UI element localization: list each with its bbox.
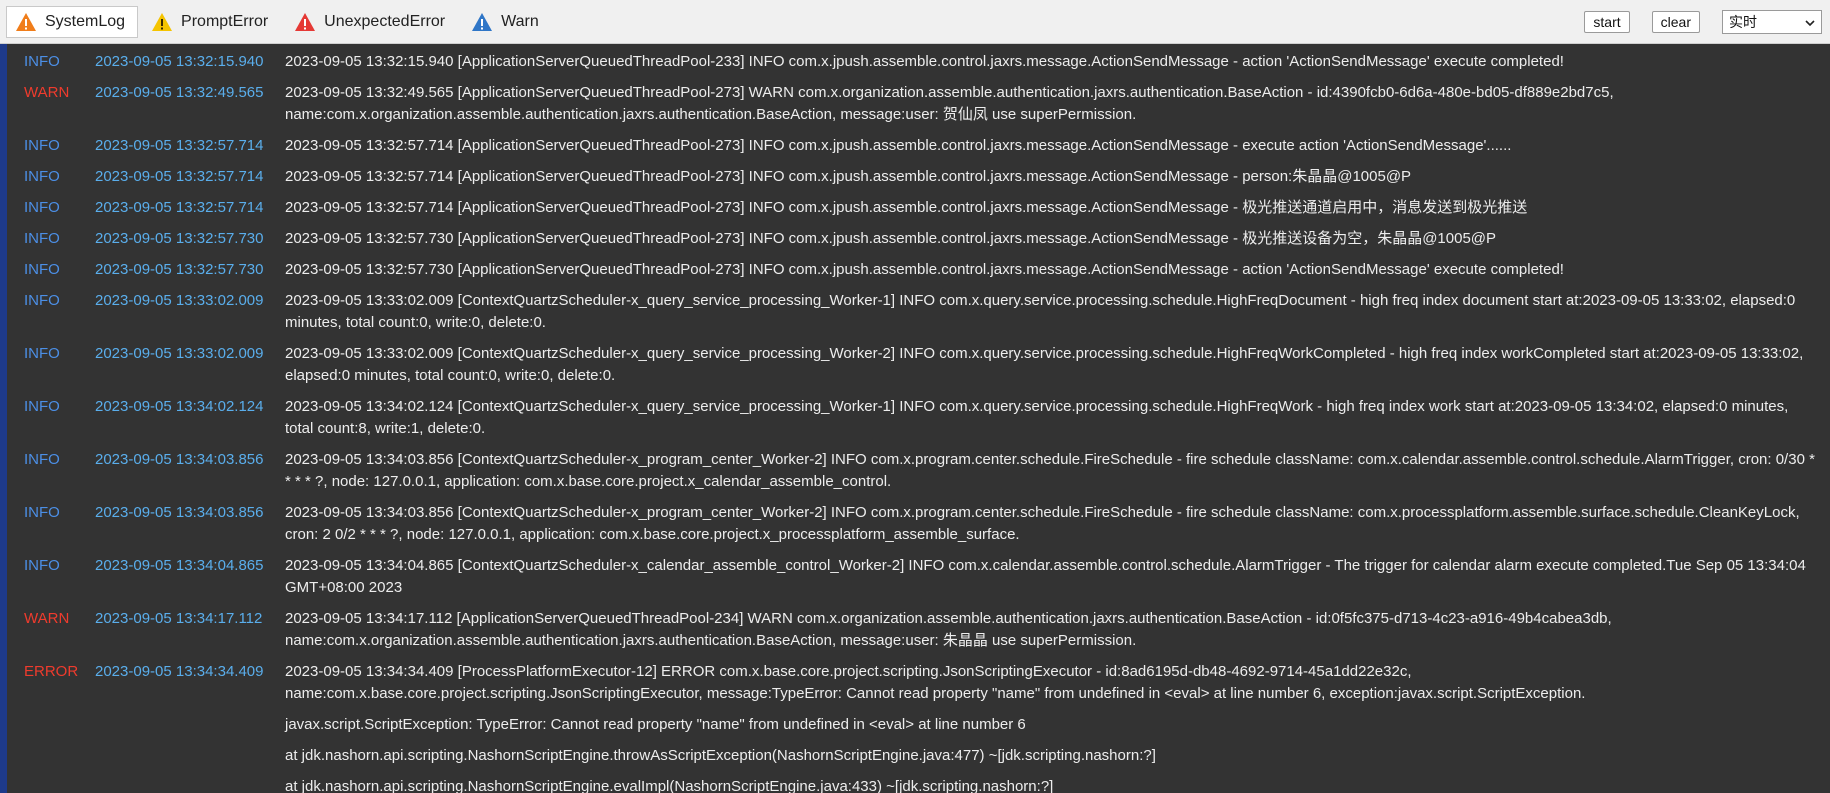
log-level: ERROR bbox=[24, 663, 79, 680]
mode-select[interactable]: 实时 bbox=[1722, 10, 1822, 34]
log-row: INFO 2023-09-05 13:32:57.730 2023-09-05 13… bbox=[0, 228, 1830, 259]
log-message: javax.script.ScriptException: TypeError:… bbox=[285, 716, 1026, 733]
log-timestamp: 2023-09-05 13:34:04.865 bbox=[95, 557, 264, 574]
log-message: 2023-09-05 13:34:03.856 [ContextQuartzSc… bbox=[285, 504, 1800, 543]
log-row: at jdk.nashorn.api.scripting.NashornScri… bbox=[0, 776, 1830, 793]
log-message: 2023-09-05 13:32:57.730 [ApplicationServ… bbox=[285, 230, 1497, 247]
log-level: INFO bbox=[24, 230, 60, 247]
log-level: INFO bbox=[24, 261, 60, 278]
log-level: WARN bbox=[24, 84, 70, 101]
mode-select-value: 实时 bbox=[1729, 14, 1757, 30]
log-row: INFO 2023-09-05 13:32:57.714 2023-09-05 13… bbox=[0, 197, 1830, 228]
log-message: at jdk.nashorn.api.scripting.NashornScri… bbox=[285, 747, 1156, 764]
log-timestamp: 2023-09-05 13:33:02.009 bbox=[95, 345, 264, 362]
tab-label: SystemLog bbox=[45, 13, 126, 30]
log-row: INFO 2023-09-05 13:32:15.940 2023-09-05 13… bbox=[0, 51, 1830, 82]
log-row: INFO 2023-09-05 13:32:57.730 2023-09-05 13… bbox=[0, 259, 1830, 290]
log-controls: start clear 实时 bbox=[1584, 10, 1822, 34]
log-timestamp: 2023-09-05 13:32:57.730 bbox=[95, 230, 264, 247]
tab-warn[interactable]: Warn bbox=[462, 6, 552, 38]
log-row: INFO 2023-09-05 13:34:03.856 2023-09-05 13… bbox=[0, 502, 1830, 555]
chevron-down-icon bbox=[1804, 16, 1816, 28]
log-timestamp: 2023-09-05 13:32:57.714 bbox=[95, 199, 264, 216]
log-timestamp: 2023-09-05 13:34:17.112 bbox=[95, 610, 263, 627]
warning-red-icon bbox=[294, 12, 316, 32]
log-timestamp: 2023-09-05 13:34:03.856 bbox=[95, 504, 264, 521]
warning-orange-icon bbox=[15, 12, 37, 32]
clear-button[interactable]: clear bbox=[1651, 11, 1700, 33]
log-timestamp: 2023-09-05 13:33:02.009 bbox=[95, 292, 264, 309]
log-message: 2023-09-05 13:32:57.730 [ApplicationServ… bbox=[285, 261, 1564, 278]
log-message: 2023-09-05 13:32:57.714 [ApplicationServ… bbox=[285, 137, 1512, 154]
log-row: INFO 2023-09-05 13:34:04.865 2023-09-05 13… bbox=[0, 555, 1830, 608]
log-viewer: SystemLog PromptError UnexpectedError Wa… bbox=[0, 0, 1830, 793]
tab-systemlog[interactable]: SystemLog bbox=[6, 6, 139, 38]
log-message: 2023-09-05 13:34:04.865 [ContextQuartzSc… bbox=[285, 557, 1806, 596]
log-message: 2023-09-05 13:32:57.714 [ApplicationServ… bbox=[285, 199, 1528, 216]
log-list: INFO 2023-09-05 13:32:15.940 2023-09-05 13… bbox=[0, 51, 1830, 793]
log-level: INFO bbox=[24, 53, 60, 70]
log-row: INFO 2023-09-05 13:34:03.856 2023-09-05 13… bbox=[0, 449, 1830, 502]
log-message: 2023-09-05 13:34:17.112 [ApplicationServ… bbox=[285, 610, 1612, 649]
log-level: INFO bbox=[24, 451, 60, 468]
log-panel[interactable]: INFO 2023-09-05 13:32:15.940 2023-09-05 13… bbox=[0, 44, 1830, 793]
log-level: INFO bbox=[24, 292, 60, 309]
log-message: 2023-09-05 13:32:49.565 [ApplicationServ… bbox=[285, 84, 1614, 123]
log-timestamp: 2023-09-05 13:34:34.409 bbox=[95, 663, 264, 680]
log-row: INFO 2023-09-05 13:34:02.124 2023-09-05 13… bbox=[0, 396, 1830, 449]
log-level: INFO bbox=[24, 199, 60, 216]
log-message: 2023-09-05 13:34:02.124 [ContextQuartzSc… bbox=[285, 398, 1789, 437]
tab-label: UnexpectedError bbox=[324, 13, 446, 30]
log-level: INFO bbox=[24, 168, 60, 185]
warning-blue-icon bbox=[471, 12, 493, 32]
log-level: INFO bbox=[24, 345, 60, 362]
log-level: WARN bbox=[24, 610, 70, 627]
log-message: 2023-09-05 13:34:03.856 [ContextQuartzSc… bbox=[285, 451, 1815, 490]
log-row: WARN 2023-09-05 13:34:17.112 2023-09-05 13… bbox=[0, 608, 1830, 661]
log-tabs: SystemLog PromptError UnexpectedError Wa… bbox=[6, 5, 556, 39]
log-level: INFO bbox=[24, 398, 60, 415]
log-row: INFO 2023-09-05 13:33:02.009 2023-09-05 13… bbox=[0, 290, 1830, 343]
log-message: 2023-09-05 13:34:34.409 [ProcessPlatform… bbox=[285, 663, 1586, 702]
log-row: at jdk.nashorn.api.scripting.NashornScri… bbox=[0, 745, 1830, 776]
tab-label: PromptError bbox=[181, 13, 269, 30]
start-button[interactable]: start bbox=[1584, 11, 1630, 33]
log-row: INFO 2023-09-05 13:32:57.714 2023-09-05 13… bbox=[0, 166, 1830, 197]
log-timestamp: 2023-09-05 13:34:03.856 bbox=[95, 451, 264, 468]
log-timestamp: 2023-09-05 13:32:57.714 bbox=[95, 137, 264, 154]
log-row: INFO 2023-09-05 13:33:02.009 2023-09-05 13… bbox=[0, 343, 1830, 396]
tab-unexpectederror[interactable]: UnexpectedError bbox=[285, 6, 458, 38]
log-timestamp: 2023-09-05 13:32:15.940 bbox=[95, 53, 264, 70]
log-level: INFO bbox=[24, 137, 60, 154]
log-timestamp: 2023-09-05 13:32:49.565 bbox=[95, 84, 264, 101]
tab-label: Warn bbox=[501, 13, 539, 30]
log-row: javax.script.ScriptException: TypeError:… bbox=[0, 714, 1830, 745]
log-row: ERROR 2023-09-05 13:34:34.409 2023-09-05 1… bbox=[0, 661, 1830, 714]
log-message: 2023-09-05 13:32:15.940 [ApplicationServ… bbox=[285, 53, 1564, 70]
log-message: 2023-09-05 13:33:02.009 [ContextQuartzSc… bbox=[285, 292, 1796, 331]
log-level: INFO bbox=[24, 504, 60, 521]
log-message: 2023-09-05 13:32:57.714 [ApplicationServ… bbox=[285, 168, 1412, 185]
log-row: INFO 2023-09-05 13:32:57.714 2023-09-05 13… bbox=[0, 135, 1830, 166]
tab-prompterror[interactable]: PromptError bbox=[142, 6, 281, 38]
log-timestamp: 2023-09-05 13:34:02.124 bbox=[95, 398, 264, 415]
log-level: INFO bbox=[24, 557, 60, 574]
toolbar: SystemLog PromptError UnexpectedError Wa… bbox=[0, 0, 1830, 44]
log-row: WARN 2023-09-05 13:32:49.565 2023-09-05 13… bbox=[0, 82, 1830, 135]
log-timestamp: 2023-09-05 13:32:57.714 bbox=[95, 168, 264, 185]
log-message: at jdk.nashorn.api.scripting.NashornScri… bbox=[285, 778, 1054, 793]
warning-yellow-icon bbox=[151, 12, 173, 32]
log-message: 2023-09-05 13:33:02.009 [ContextQuartzSc… bbox=[285, 345, 1804, 384]
log-timestamp: 2023-09-05 13:32:57.730 bbox=[95, 261, 264, 278]
